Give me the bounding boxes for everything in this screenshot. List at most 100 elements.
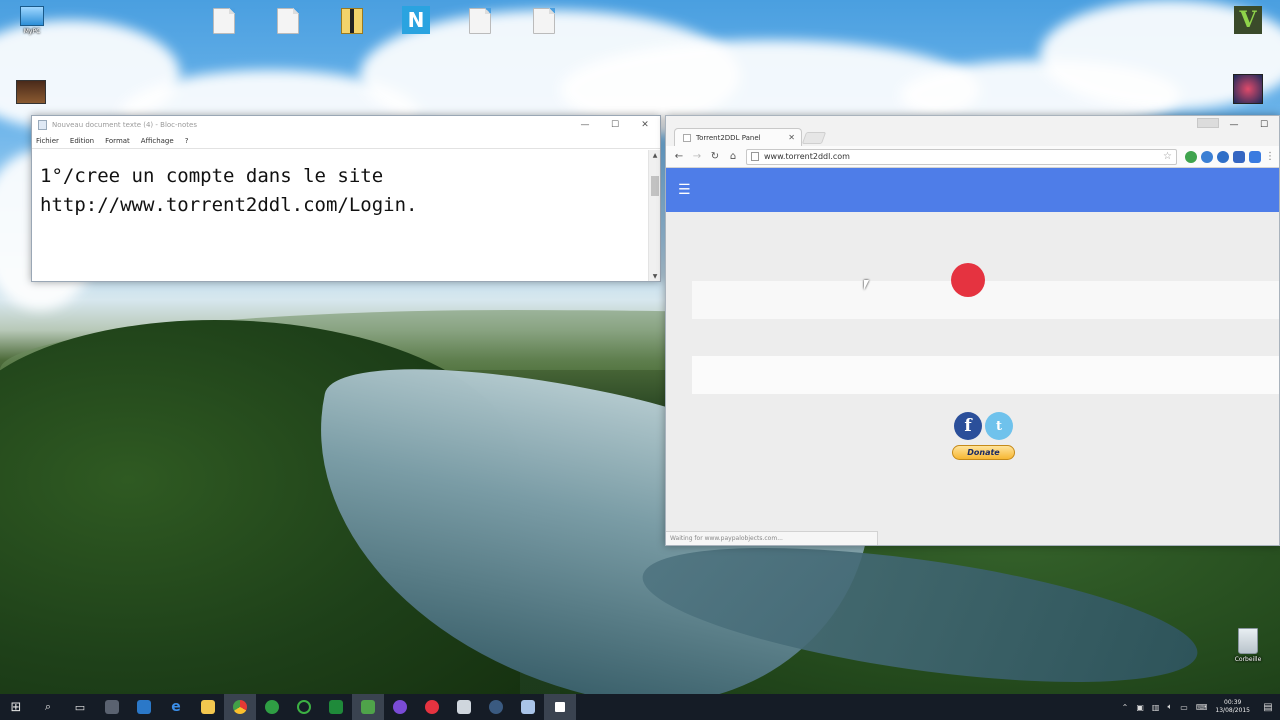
tray-volume-icon[interactable]: 🔈︎: [1167, 702, 1172, 712]
maximize-icon[interactable]: ☐: [600, 120, 630, 130]
chrome-window[interactable]: Torrent2DDL Panel ✕ — ☐ ← → ↻ ⌂ www.torr…: [665, 115, 1280, 546]
extension-blue-icon[interactable]: [1201, 150, 1213, 163]
desktop-icon-vegas[interactable]: V: [1218, 6, 1278, 36]
minimize-icon[interactable]: —: [1219, 116, 1249, 134]
taskbar-steam-icon[interactable]: [480, 694, 512, 720]
tray-chevron-up-icon[interactable]: ⌃: [1122, 703, 1129, 712]
taskbar-app-icon[interactable]: [96, 694, 128, 720]
donate-button[interactable]: Donate: [952, 445, 1015, 460]
browser-tab[interactable]: Torrent2DDL Panel ✕: [674, 128, 802, 146]
desktop-icon-doc-3[interactable]: [450, 8, 510, 36]
twitter-icon[interactable]: t: [985, 412, 1013, 440]
game-app-icon: [1233, 74, 1263, 104]
file-explorer-icon[interactable]: [192, 694, 224, 720]
taskbar-green-circle-icon[interactable]: [288, 694, 320, 720]
desktop-icon-doc-1[interactable]: [194, 8, 254, 36]
menu-fichier[interactable]: Fichier: [36, 137, 59, 145]
desktop-icon-doc-2[interactable]: [258, 8, 318, 36]
tray-network-icon[interactable]: ▥: [1152, 703, 1160, 712]
search-icon[interactable]: ⌕: [32, 694, 64, 720]
desktop-icon-doc-4[interactable]: [514, 8, 574, 36]
notepad-icon: [38, 120, 47, 130]
taskbar-store-icon[interactable]: [128, 694, 160, 720]
close-icon[interactable]: ✕: [630, 120, 660, 130]
extension-green-icon[interactable]: [1185, 150, 1197, 163]
chrome-taskbar-icon[interactable]: [224, 694, 256, 720]
reload-icon[interactable]: ↻: [706, 151, 724, 162]
notepad-window-controls: — ☐ ✕: [570, 120, 660, 130]
menu-help[interactable]: ?: [185, 137, 189, 145]
bookmark-star-icon[interactable]: ☆: [1163, 151, 1172, 162]
scroll-up-icon[interactable]: ▲: [649, 152, 661, 159]
notepad-titlebar[interactable]: Nouveau document texte (4) - Bloc-notes …: [32, 116, 660, 134]
chrome-tabbar: Torrent2DDL Panel ✕ — ☐: [666, 116, 1279, 146]
desktop-icon-app-n[interactable]: N: [386, 6, 446, 36]
extension-screen-icon[interactable]: [1233, 150, 1245, 163]
text-document-icon: [469, 8, 491, 34]
content-card: [692, 356, 1279, 394]
task-view-icon[interactable]: ▭: [64, 694, 96, 720]
start-windows-icon[interactable]: ⊞: [0, 694, 32, 720]
taskbar-camtasia-icon[interactable]: [352, 694, 384, 720]
desktop-icon-mypc[interactable]: MyPC: [2, 6, 62, 35]
address-bar[interactable]: www.torrent2ddl.com ☆: [746, 148, 1177, 165]
taskbar-record-icon[interactable]: [416, 694, 448, 720]
desktop-icon-label: MyPC: [23, 28, 41, 35]
chrome-window-controls: — ☐: [1219, 116, 1279, 134]
tray-app-icon[interactable]: ▣: [1136, 703, 1144, 712]
notepad-text-area[interactable]: 1°/cree un compte dans le site http://ww…: [32, 150, 648, 281]
taskbar-media-icon[interactable]: [448, 694, 480, 720]
web-page: ☰ f t Donate Waiting for www.paypalobjec…: [666, 168, 1279, 545]
scrollbar-thumb[interactable]: [651, 176, 659, 196]
desktop-icon-recycle-bin[interactable]: Corbeille: [1218, 628, 1278, 663]
action-center-icon[interactable]: ▤: [1256, 694, 1280, 720]
new-tab-button[interactable]: [801, 132, 827, 144]
taskbar-clock[interactable]: 00:39 13/08/2015: [1215, 699, 1250, 715]
taskbar-app-2-icon[interactable]: [512, 694, 544, 720]
computer-icon: [20, 6, 44, 26]
scroll-down-icon[interactable]: ▼: [649, 273, 661, 280]
social-links: f t: [954, 412, 1016, 440]
page-info-icon[interactable]: [751, 152, 759, 161]
back-arrow-icon[interactable]: ←: [670, 151, 688, 162]
tray-battery-icon[interactable]: ▭: [1180, 703, 1188, 712]
notepad-window[interactable]: Nouveau document texte (4) - Bloc-notes …: [31, 115, 661, 282]
forward-arrow-icon[interactable]: →: [688, 151, 706, 162]
taskbar-purple-app-icon[interactable]: [384, 694, 416, 720]
taskbar-green-app-icon[interactable]: [256, 694, 288, 720]
profile-button[interactable]: [1197, 118, 1219, 128]
tab-close-icon[interactable]: ✕: [788, 133, 795, 142]
text-document-icon: [213, 8, 235, 34]
chrome-toolbar: ← → ↻ ⌂ www.torrent2ddl.com ☆ ⋮: [666, 146, 1279, 168]
tray-keyboard-icon[interactable]: ⌨: [1196, 703, 1208, 712]
desktop-icon-game[interactable]: [1218, 74, 1278, 106]
address-url: www.torrent2ddl.com: [764, 152, 850, 161]
facebook-icon[interactable]: f: [954, 412, 982, 440]
desktop-icon-zip[interactable]: [322, 8, 382, 36]
edge-browser-icon[interactable]: e: [160, 694, 192, 720]
minimize-icon[interactable]: —: [570, 120, 600, 130]
notepad-menubar: Fichier Edition Format Affichage ?: [32, 134, 660, 149]
hamburger-menu-icon[interactable]: ☰: [678, 182, 691, 198]
desktop-icon-image[interactable]: [1, 80, 61, 106]
menu-edition[interactable]: Edition: [70, 137, 94, 145]
site-appbar: ☰: [666, 168, 1279, 212]
desktop-icon-label: Corbeille: [1234, 656, 1262, 663]
taskbar-notepad-icon[interactable]: [544, 694, 576, 720]
status-bubble: Waiting for www.paypalobjects.com...: [666, 531, 878, 545]
taskbar: ⊞ ⌕ ▭ e ⌃ ▣ ▥ 🔈︎ ▭ ⌨ 00:39 13/08/2015 ▤: [0, 694, 1280, 720]
maximize-icon[interactable]: ☐: [1249, 116, 1279, 134]
home-icon[interactable]: ⌂: [724, 151, 742, 162]
record-indicator-dot: [951, 263, 985, 297]
text-document-icon: [533, 8, 555, 34]
extension-blue-2-icon[interactable]: [1217, 150, 1229, 163]
extension-check-icon[interactable]: [1249, 150, 1261, 163]
menu-affichage[interactable]: Affichage: [141, 137, 174, 145]
mouse-cursor-icon: [864, 280, 869, 290]
chrome-menu-icon[interactable]: ⋮: [1265, 151, 1275, 162]
menu-format[interactable]: Format: [105, 137, 130, 145]
notepad-scrollbar[interactable]: ▲ ▼: [648, 150, 660, 281]
recycle-bin-icon: [1238, 628, 1258, 654]
taskbar-xbox-icon[interactable]: [320, 694, 352, 720]
tab-title: Torrent2DDL Panel: [696, 133, 761, 142]
